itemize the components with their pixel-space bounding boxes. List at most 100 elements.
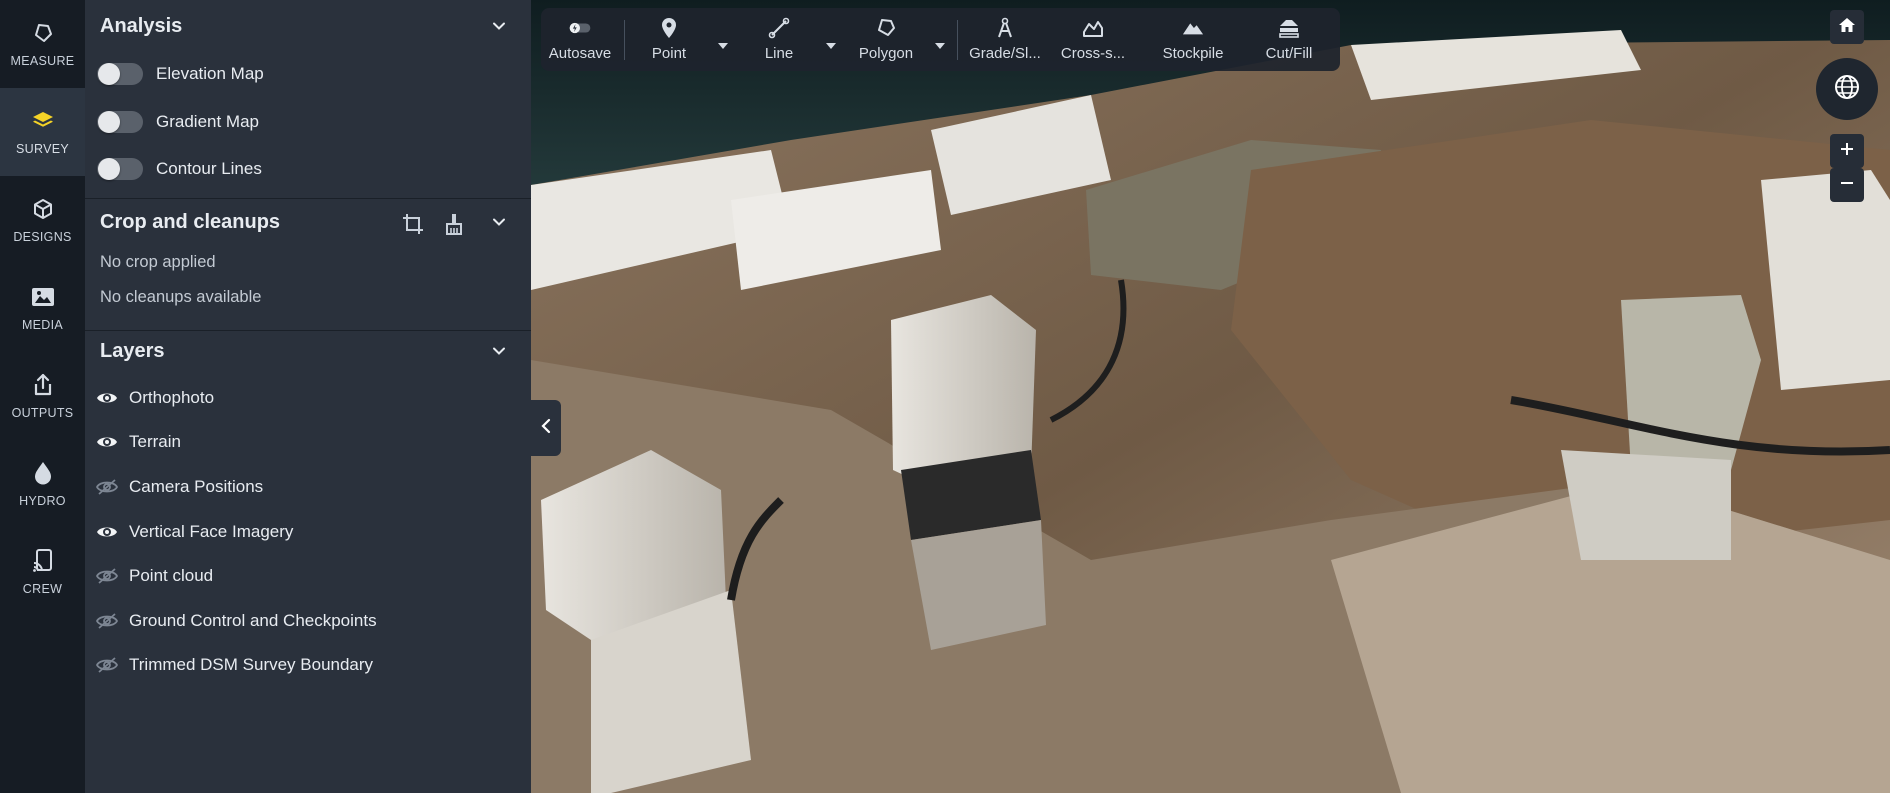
caret-down-icon[interactable] — [717, 38, 729, 49]
zoom-in-button[interactable] — [1830, 134, 1864, 168]
gradient-map-toggle[interactable] — [97, 111, 143, 133]
eye-off-icon[interactable] — [95, 564, 119, 588]
polygon-icon — [875, 17, 897, 39]
nav-rail: MEASURE SURVEY DESIGNS MEDIA OUTPUTS HYD… — [0, 0, 85, 793]
grade-slope-tool[interactable]: Grade/Sl... — [968, 8, 1042, 71]
rail-label: OUTPUTS — [11, 406, 74, 420]
analysis-title: Analysis — [100, 14, 183, 37]
section-divider — [85, 198, 531, 199]
chevron-left-icon — [540, 418, 552, 439]
toggle-label: Gradient Map — [156, 112, 259, 131]
layer-row-point-cloud[interactable]: Point cloud — [85, 559, 531, 593]
layers-header[interactable]: Layers — [85, 331, 531, 371]
rail-item-outputs[interactable]: OUTPUTS — [0, 352, 85, 440]
layer-row-ground-control[interactable]: Ground Control and Checkpoints — [85, 604, 531, 638]
caret-down-icon[interactable] — [825, 38, 837, 49]
cross-section-tool[interactable]: Cross-s... — [1060, 8, 1126, 71]
layer-row-vertical-face[interactable]: Vertical Face Imagery — [85, 515, 531, 549]
rail-item-hydro[interactable]: HYDRO — [0, 440, 85, 528]
eye-off-icon[interactable] — [95, 609, 119, 633]
chevron-down-icon[interactable] — [491, 214, 507, 230]
broom-icon[interactable] — [442, 212, 466, 236]
layer-label: Ground Control and Checkpoints — [129, 611, 377, 630]
autosave-switch-icon — [569, 17, 591, 39]
rail-item-designs[interactable]: DESIGNS — [0, 176, 85, 264]
chevron-down-icon[interactable] — [491, 343, 507, 359]
layer-label: Point cloud — [129, 566, 214, 585]
toggle-knob — [98, 63, 120, 85]
map-viewport[interactable] — [531, 0, 1890, 793]
survey-panel: Analysis Elevation Map Gradient Map Cont… — [85, 0, 531, 793]
caret-down-icon[interactable] — [934, 38, 946, 49]
toggle-row-gradient: Gradient Map — [85, 104, 531, 140]
map-pin-icon — [658, 17, 680, 39]
polygon-tool[interactable]: Polygon — [851, 8, 921, 71]
home-icon — [1838, 16, 1856, 39]
cut-fill-tool[interactable]: Cut/Fill — [1256, 8, 1322, 71]
rail-item-measure[interactable]: MEASURE — [0, 0, 85, 88]
layer-label: Trimmed DSM Survey Boundary — [129, 655, 374, 674]
globe-icon — [1834, 74, 1860, 105]
rail-label: HYDRO — [19, 494, 66, 508]
compass-navigator[interactable] — [1816, 58, 1878, 120]
toggle-knob — [98, 158, 120, 180]
crop-icon[interactable] — [401, 212, 425, 236]
eye-off-icon[interactable] — [95, 475, 119, 499]
drop-icon — [30, 460, 56, 486]
toolbar-divider — [624, 20, 625, 60]
line-tool[interactable]: Line — [751, 8, 807, 71]
line-icon — [768, 17, 790, 39]
share-icon — [30, 372, 56, 398]
contour-lines-toggle[interactable] — [97, 158, 143, 180]
toggle-knob — [98, 111, 120, 133]
home-button[interactable] — [1830, 10, 1864, 44]
cross-section-icon — [1082, 17, 1104, 39]
rail-label: SURVEY — [16, 142, 69, 156]
layer-label: Camera Positions — [129, 477, 264, 496]
layer-row-orthophoto[interactable]: Orthophoto — [85, 381, 531, 415]
image-icon — [30, 284, 56, 310]
device-icon — [30, 548, 56, 574]
point-label: Point — [651, 45, 687, 62]
crop-header[interactable]: Crop and cleanups — [85, 202, 531, 242]
layer-label: Terrain — [129, 432, 181, 451]
eye-icon[interactable] — [95, 430, 119, 454]
collapse-panel-button[interactable] — [531, 400, 561, 456]
measure-toolbar: Autosave Point Line Polygon Grade/Sl... … — [541, 8, 1340, 71]
layer-row-dsm-boundary[interactable]: Trimmed DSM Survey Boundary — [85, 648, 531, 682]
toggle-label: Contour Lines — [156, 159, 262, 178]
terrain-3d-render — [531, 0, 1890, 793]
zoom-out-button[interactable] — [1830, 168, 1864, 202]
elevation-map-toggle[interactable] — [97, 63, 143, 85]
autosave-toggle[interactable]: Autosave — [547, 8, 613, 71]
grade-label: Grade/Sl... — [969, 45, 1041, 62]
eye-icon[interactable] — [95, 386, 119, 410]
plus-icon — [1839, 141, 1855, 162]
layer-row-camera-positions[interactable]: Camera Positions — [85, 470, 531, 504]
crop-actions — [401, 212, 466, 236]
layer-row-terrain[interactable]: Terrain — [85, 425, 531, 459]
toolbar-divider — [957, 20, 958, 60]
eye-icon[interactable] — [95, 520, 119, 544]
point-tool[interactable]: Point — [641, 8, 697, 71]
rail-item-media[interactable]: MEDIA — [0, 264, 85, 352]
rail-label: CREW — [22, 582, 63, 596]
eye-off-icon[interactable] — [95, 653, 119, 677]
chevron-down-icon[interactable] — [491, 18, 507, 34]
layer-label: Vertical Face Imagery — [129, 522, 294, 541]
no-crop-text: No crop applied — [100, 253, 216, 271]
layer-label: Orthophoto — [129, 388, 215, 407]
cross-label: Cross-s... — [1060, 45, 1126, 62]
toggle-row-elevation: Elevation Map — [85, 56, 531, 92]
rail-label: MEDIA — [21, 318, 64, 332]
autosave-label: Autosave — [548, 45, 612, 62]
polygon-label: Polygon — [858, 45, 914, 62]
crop-title: Crop and cleanups — [100, 210, 281, 233]
rail-item-survey[interactable]: SURVEY — [0, 88, 85, 176]
cutfill-label: Cut/Fill — [1265, 45, 1313, 62]
stockpile-tool[interactable]: Stockpile — [1158, 8, 1228, 71]
toggle-label: Elevation Map — [156, 64, 264, 83]
app-root: MEASURE SURVEY DESIGNS MEDIA OUTPUTS HYD… — [0, 0, 1890, 793]
rail-item-crew[interactable]: CREW — [0, 528, 85, 616]
analysis-header[interactable]: Analysis — [85, 6, 531, 46]
